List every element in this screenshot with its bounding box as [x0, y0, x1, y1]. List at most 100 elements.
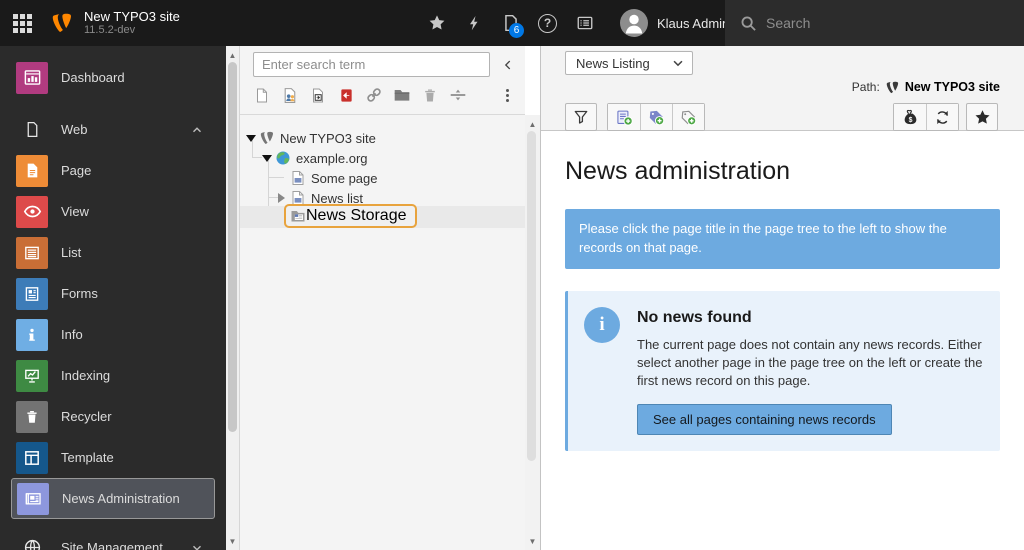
scroll-down-icon[interactable]: ▼	[226, 534, 239, 548]
sidebar-item-forms[interactable]: Forms	[0, 273, 226, 314]
recycler-trash-icon	[422, 87, 438, 104]
typo3-logo-icon	[50, 11, 74, 35]
sidebar-item-info[interactable]: Info	[0, 314, 226, 355]
new-recycler-handle[interactable]	[420, 84, 440, 106]
opened-documents-badge: 6	[509, 23, 524, 38]
new-external-link-handle[interactable]	[336, 84, 356, 106]
scroll-up-icon[interactable]: ▲	[525, 117, 540, 131]
tree-node-some-page[interactable]: Some page	[240, 168, 525, 188]
expand-arrow-icon[interactable]	[278, 193, 285, 203]
sidebar-item-indexing[interactable]: Indexing	[0, 355, 226, 396]
donate-moneybag-icon: $	[902, 109, 919, 126]
filter-funnel-icon	[573, 109, 589, 125]
folder-icon	[393, 86, 411, 104]
scroll-down-icon[interactable]: ▼	[525, 534, 540, 548]
module-body: News administration Please click the pag…	[541, 131, 1024, 451]
new-usersection-handle[interactable]	[280, 84, 300, 106]
callout-title: No news found	[637, 309, 984, 327]
module-menu-scrollbar[interactable]: ▲ ▼	[226, 46, 240, 550]
typo3-version: 11.5.2-dev	[84, 24, 180, 37]
search-icon	[740, 15, 757, 32]
sidebar-item-recycler[interactable]: Recycler	[0, 396, 226, 437]
list-icon	[16, 237, 48, 269]
add-news-icon	[616, 109, 633, 126]
sidebar-item-list[interactable]: List	[0, 232, 226, 273]
sidebar-item-page[interactable]: Page	[0, 150, 226, 191]
sidebar-item-news-administration[interactable]: News Administration	[11, 478, 215, 519]
new-folder-handle[interactable]	[392, 84, 412, 106]
page-tree-toolbar	[240, 46, 525, 115]
indexing-chart-icon	[16, 360, 48, 392]
add-category-button[interactable]	[672, 104, 704, 130]
forms-icon	[16, 278, 48, 310]
topbar-tools: 6 ?	[418, 0, 603, 46]
more-kebab-icon	[506, 87, 509, 104]
info-circle-icon: i	[584, 307, 620, 343]
sidebar-section-web[interactable]: Web	[0, 109, 226, 150]
donate-button[interactable]: $	[894, 104, 926, 130]
chevron-left-icon	[501, 58, 515, 72]
page-tree-scrollbar[interactable]: ▲ ▼	[525, 115, 540, 550]
dashboard-icon	[16, 62, 48, 94]
bookmarks-button[interactable]	[418, 0, 455, 46]
add-news-button[interactable]	[608, 104, 640, 130]
user-menu-button[interactable]: Klaus Admin	[608, 0, 741, 46]
bookmark-button[interactable]	[966, 103, 998, 131]
path-label: Path:	[852, 80, 880, 94]
opened-documents-button[interactable]: 6	[492, 0, 529, 46]
refresh-icon	[934, 109, 951, 126]
apps-grid-button[interactable]	[0, 0, 45, 46]
view-mode-select[interactable]: News Listing	[565, 51, 693, 75]
chevron-down-icon	[190, 541, 204, 550]
search-input[interactable]	[766, 15, 966, 31]
refresh-button[interactable]	[926, 104, 958, 130]
new-divider-handle[interactable]	[448, 84, 468, 106]
filter-button[interactable]	[565, 103, 597, 131]
template-layout-icon	[16, 442, 48, 474]
web-doc-icon	[16, 114, 48, 146]
add-tag-icon	[648, 109, 665, 126]
tree-more-button[interactable]	[497, 84, 517, 106]
callout-body: The current page does not contain any ne…	[637, 336, 984, 391]
scrollbar-thumb[interactable]	[527, 131, 536, 461]
new-page-icon	[254, 87, 270, 104]
link-icon	[365, 86, 383, 104]
system-information-button[interactable]	[566, 0, 603, 46]
tree-node-news-storage[interactable]: News Storage	[284, 204, 417, 228]
collapse-pagetree-button[interactable]	[495, 52, 521, 77]
see-all-pages-button[interactable]: See all pages containing news records	[637, 404, 892, 435]
info-flash-message: Please click the page title in the page …	[565, 209, 1000, 269]
content-area: News Listing Path: New TYPO3 site	[540, 46, 1024, 550]
tree-selected-row[interactable]: News Storage	[240, 206, 525, 228]
typo3-logo-icon	[259, 130, 275, 146]
clear-cache-button[interactable]	[455, 0, 492, 46]
page-doc-icon	[290, 170, 306, 186]
svg-text:$: $	[908, 116, 912, 123]
new-shortcut-handle[interactable]	[308, 84, 328, 106]
scroll-up-icon[interactable]: ▲	[226, 48, 239, 62]
divider-icon	[449, 86, 467, 104]
add-tag-button[interactable]	[640, 104, 672, 130]
tree-node-example-org[interactable]: example.org	[240, 148, 525, 168]
page-tree-panel: New TYPO3 site example.org Some page	[240, 46, 525, 550]
sidebar-item-dashboard[interactable]: Dashboard	[0, 57, 226, 98]
user-name: Klaus Admin	[657, 16, 729, 31]
scrollbar-thumb[interactable]	[228, 62, 237, 432]
tree-node-root[interactable]: New TYPO3 site	[240, 128, 525, 148]
collapse-arrow-icon[interactable]	[262, 155, 272, 162]
breadcrumb: Path: New TYPO3 site	[852, 78, 1000, 96]
collapse-arrow-icon[interactable]	[246, 135, 256, 142]
help-button[interactable]: ?	[529, 0, 566, 46]
typo3-backend: New TYPO3 site 11.5.2-dev 6 ?	[0, 0, 1024, 550]
site-brand[interactable]: New TYPO3 site 11.5.2-dev	[50, 0, 180, 46]
sidebar-item-view[interactable]: View	[0, 191, 226, 232]
page-title: News administration	[565, 157, 1000, 186]
sidebar-item-template[interactable]: Template	[0, 437, 226, 478]
newspaper-icon	[17, 483, 49, 515]
info-icon	[16, 319, 48, 351]
tree-search-input[interactable]	[253, 52, 490, 77]
new-link-handle[interactable]	[364, 84, 384, 106]
doc-header: News Listing Path: New TYPO3 site	[541, 46, 1024, 131]
new-page-handle[interactable]	[252, 84, 272, 106]
sidebar-section-site-management[interactable]: Site Management	[0, 527, 226, 550]
